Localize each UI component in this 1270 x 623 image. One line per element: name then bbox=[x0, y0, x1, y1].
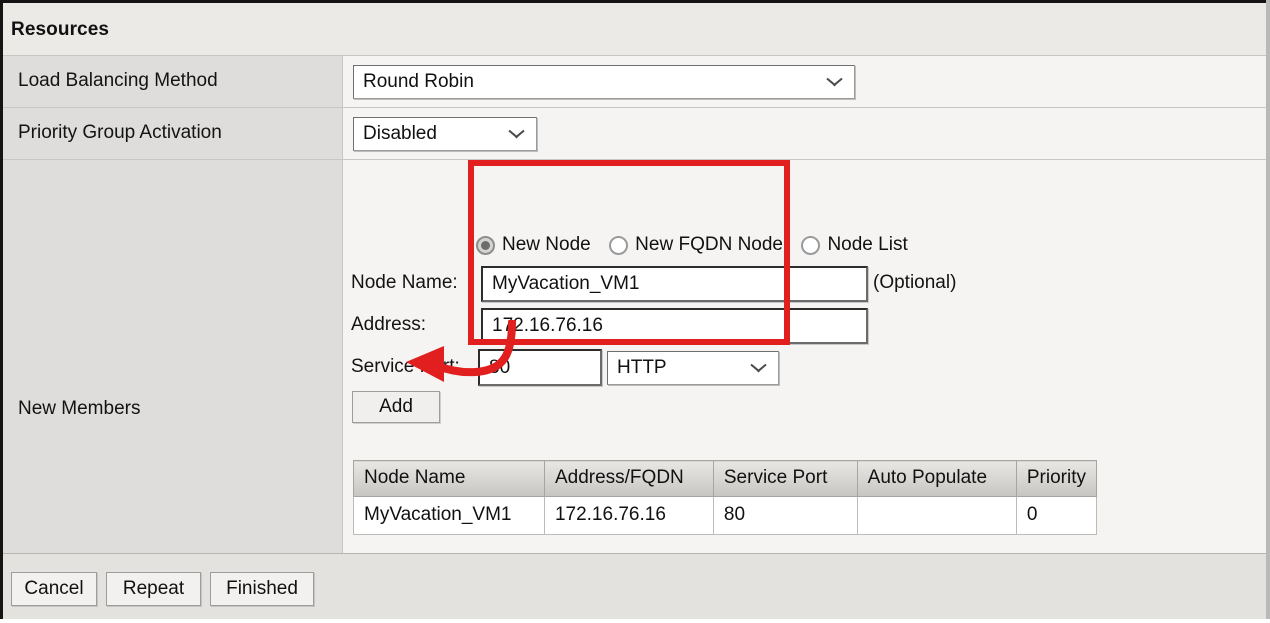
footer-button-bar: Cancel Repeat Finished bbox=[3, 553, 1266, 619]
row-label-cell: Load Balancing Method bbox=[3, 56, 343, 107]
members-table: Node Name Address/FQDN Service Port Auto… bbox=[353, 460, 1098, 535]
chevron-down-icon bbox=[751, 364, 766, 373]
column-node-name: Node Name bbox=[353, 460, 545, 497]
column-priority: Priority bbox=[1015, 460, 1098, 497]
service-port-input[interactable]: 80 bbox=[478, 349, 602, 386]
address-label: Address: bbox=[351, 314, 426, 335]
row-field-cell: Round Robin bbox=[343, 56, 1266, 107]
load-balancing-method-label: Load Balancing Method bbox=[18, 70, 218, 91]
node-name-label: Node Name: bbox=[351, 272, 458, 293]
column-auto-populate: Auto Populate bbox=[856, 460, 1017, 497]
table-row[interactable]: MyVacation_VM1 172.16.76.16 80 0 bbox=[353, 496, 1098, 535]
address-input-value: 172.16.76.16 bbox=[492, 315, 603, 336]
row-label-cell: Priority Group Activation bbox=[3, 108, 343, 159]
row-priority-group-activation: Priority Group Activation Disabled bbox=[3, 107, 1266, 159]
column-service-port: Service Port bbox=[712, 460, 858, 497]
row-new-members: New Members New Node New FQDN Node Node … bbox=[3, 159, 1266, 588]
finished-button[interactable]: Finished bbox=[210, 572, 314, 606]
load-balancing-method-select[interactable]: Round Robin bbox=[353, 65, 855, 99]
new-members-label: New Members bbox=[18, 398, 141, 419]
table-header-row: Node Name Address/FQDN Service Port Auto… bbox=[353, 460, 1098, 497]
radio-option-new-node[interactable]: New Node bbox=[476, 234, 591, 256]
node-name-optional-note: (Optional) bbox=[873, 272, 957, 293]
node-type-radio-group: New Node New FQDN Node Node List bbox=[476, 234, 922, 260]
cell-address-fqdn: 172.16.76.16 bbox=[543, 496, 714, 535]
load-balancing-method-value: Round Robin bbox=[363, 71, 474, 92]
radio-node-list-icon[interactable] bbox=[801, 235, 821, 255]
cell-node-name: MyVacation_VM1 bbox=[353, 496, 545, 535]
radio-new-fqdn-node-icon[interactable] bbox=[609, 235, 629, 255]
page-title: Resources bbox=[11, 19, 110, 40]
repeat-button-label: Repeat bbox=[122, 578, 185, 599]
cancel-button[interactable]: Cancel bbox=[11, 572, 97, 606]
chevron-down-icon bbox=[827, 78, 842, 87]
priority-group-activation-value: Disabled bbox=[363, 123, 437, 144]
priority-group-activation-label: Priority Group Activation bbox=[18, 122, 222, 143]
radio-new-node-label: New Node bbox=[502, 234, 591, 255]
node-name-input-value: MyVacation_VM1 bbox=[492, 273, 640, 294]
cancel-button-label: Cancel bbox=[24, 578, 84, 599]
new-members-area: New Node New FQDN Node Node List Node Na… bbox=[343, 160, 1266, 588]
row-load-balancing-method: Load Balancing Method Round Robin bbox=[3, 55, 1266, 107]
section-header: Resources bbox=[3, 3, 1266, 55]
radio-option-new-fqdn-node[interactable]: New FQDN Node bbox=[609, 234, 783, 256]
chevron-down-icon bbox=[509, 130, 524, 139]
service-port-label: Service Port: bbox=[351, 356, 460, 377]
resources-panel: Resources Load Balancing Method Round Ro… bbox=[0, 0, 1270, 623]
radio-new-fqdn-node-label: New FQDN Node bbox=[635, 234, 783, 255]
add-button-label: Add bbox=[379, 396, 413, 417]
row-field-cell: New Node New FQDN Node Node List Node Na… bbox=[343, 160, 1266, 588]
radio-new-node-icon[interactable] bbox=[476, 235, 495, 255]
row-label-cell: New Members bbox=[3, 160, 343, 553]
frame-right-border bbox=[1266, 0, 1270, 623]
node-name-input[interactable]: MyVacation_VM1 bbox=[481, 266, 868, 302]
add-button[interactable]: Add bbox=[352, 391, 440, 423]
cell-priority: 0 bbox=[1015, 496, 1098, 535]
repeat-button[interactable]: Repeat bbox=[106, 572, 201, 606]
row-field-cell: Disabled bbox=[343, 108, 1266, 159]
settings-rows: Load Balancing Method Round Robin Priori… bbox=[3, 55, 1266, 588]
service-port-input-value: 80 bbox=[489, 356, 511, 378]
column-address-fqdn: Address/FQDN bbox=[543, 460, 714, 497]
finished-button-label: Finished bbox=[226, 578, 298, 599]
radio-option-node-list[interactable]: Node List bbox=[801, 234, 908, 256]
priority-group-activation-select[interactable]: Disabled bbox=[353, 117, 537, 151]
cell-service-port: 80 bbox=[712, 496, 858, 535]
address-input[interactable]: 172.16.76.16 bbox=[481, 308, 868, 344]
cell-auto-populate bbox=[856, 496, 1017, 535]
frame-bottom-border bbox=[0, 619, 1270, 623]
radio-node-list-label: Node List bbox=[827, 234, 908, 255]
service-port-protocol-select[interactable]: HTTP bbox=[607, 351, 779, 385]
service-port-protocol-value: HTTP bbox=[617, 357, 667, 378]
